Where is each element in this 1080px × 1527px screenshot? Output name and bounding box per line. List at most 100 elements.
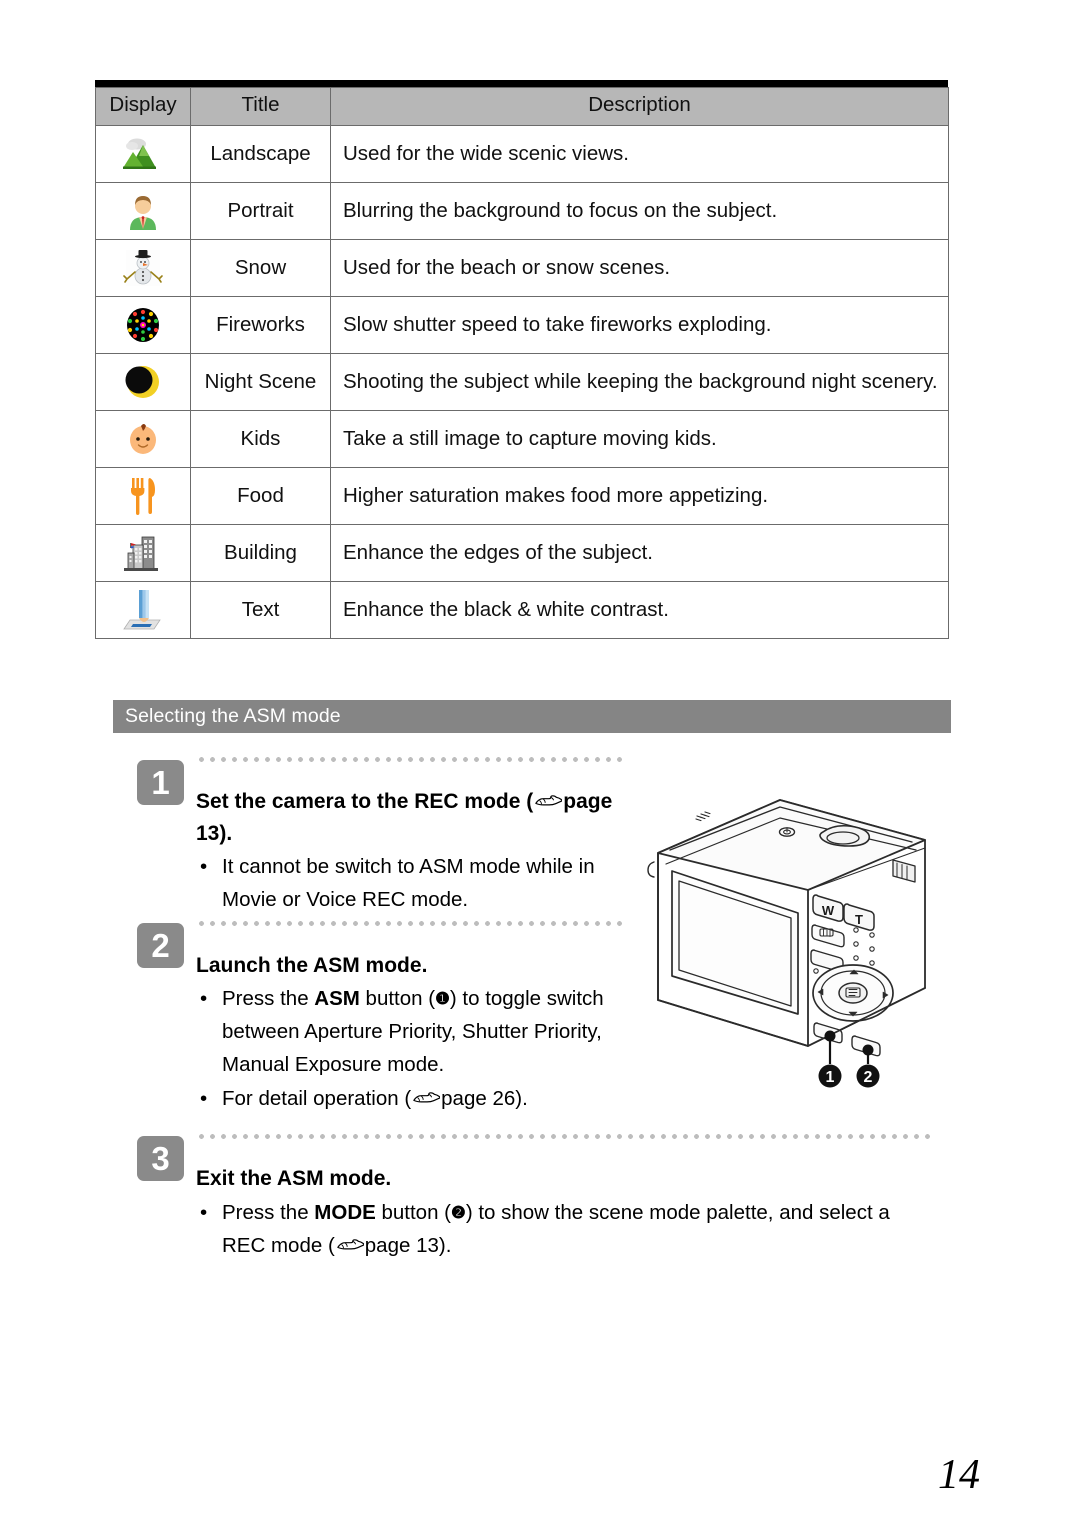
display-cell [95, 296, 191, 354]
description-cell: Enhance the edges of the subject. [330, 524, 949, 582]
camera-rear-illustration: W T 1 2 [640, 778, 970, 1098]
asm-button-label: ASM [314, 987, 360, 1010]
column-header-display: Display [95, 87, 191, 126]
step-2-title: Launch the ASM mode. [196, 954, 428, 977]
section-heading-bar: Selecting the ASM mode [113, 700, 951, 733]
snow-icon [120, 246, 166, 290]
callout-anchor-1 [824, 1030, 836, 1042]
step-1-dotted-separator [196, 757, 626, 762]
bullet-dot: • [200, 987, 208, 1010]
description-cell: Blurring the background to focus on the … [330, 182, 949, 240]
bullet-pre: Press the [222, 987, 315, 1010]
step-2-bullet-1-text: Press the ASM button (❶) to toggle switc… [222, 982, 666, 1082]
title-cell: Night Scene [190, 353, 331, 411]
display-cell [95, 125, 191, 183]
step-1-title-text: Set the camera to the REC mode ( [196, 790, 534, 813]
title-cell: Text [190, 581, 331, 639]
display-cell [95, 467, 191, 525]
pointing-hand-icon [534, 793, 563, 810]
table-row: Fireworks Slow shutter speed to take fir… [95, 296, 949, 354]
list-item: • It cannot be switch to ASM mode while … [196, 850, 646, 916]
table-row: Night Scene Shooting the subject while k… [95, 353, 949, 411]
list-item: • For detail operation ( page 26). [196, 1082, 666, 1115]
title-cell: Food [190, 467, 331, 525]
display-cell [95, 353, 191, 411]
table-row: Landscape Used for the wide scenic views… [95, 125, 949, 183]
bullet-pre: Press the [222, 1201, 315, 1224]
title-cell: Landscape [190, 125, 331, 183]
page-number: 14 [938, 1452, 980, 1498]
scene-mode-table-container: Display Title Description Landscape Used… [95, 80, 949, 639]
list-item: • Press the MODE button (❷) to show the … [196, 1196, 936, 1262]
title-cell: Portrait [190, 182, 331, 240]
step-1-badge: 1 [137, 760, 184, 805]
step-3-badge: 3 [137, 1136, 184, 1181]
kids-icon [120, 417, 166, 461]
description-cell: Enhance the black & white contrast. [330, 581, 949, 639]
scene-mode-table: Display Title Description Landscape Used… [95, 87, 949, 639]
display-cell [95, 410, 191, 468]
step-1-title: Set the camera to the REC mode (page 13)… [196, 786, 626, 850]
building-icon [120, 531, 166, 575]
step-2-bullet-2-text: For detail operation ( page 26). [222, 1082, 666, 1115]
step-3-bullet-1-text: Press the MODE button (❷) to show the sc… [222, 1196, 936, 1262]
title-cell: Kids [190, 410, 331, 468]
bullet-post: page 26). [441, 1086, 528, 1110]
step-1-bullet-1-text: It cannot be switch to ASM mode while in… [222, 855, 595, 912]
column-header-title: Title [190, 87, 331, 126]
table-row: Snow Used for the beach or snow scenes. [95, 239, 949, 297]
fireworks-icon [120, 303, 166, 347]
callout-anchor-2 [862, 1044, 874, 1056]
list-item: • Press the ASM button (❶) to toggle swi… [196, 982, 666, 1082]
table-row: Text Enhance the black & white contrast. [95, 581, 949, 639]
description-cell: Used for the wide scenic views. [330, 125, 949, 183]
mode-button-label: MODE [314, 1201, 376, 1224]
title-cell: Fireworks [190, 296, 331, 354]
bullet-mid: button ( [375, 1201, 452, 1224]
title-cell: Snow [190, 239, 331, 297]
callout-marker-1: ❶ [435, 990, 450, 1008]
zoom-wide-label: W [822, 903, 835, 918]
title-cell: Building [190, 524, 331, 582]
pointing-hand-icon [336, 1237, 364, 1254]
table-row: Portrait Blurring the background to focu… [95, 182, 949, 240]
display-cell [95, 524, 191, 582]
portrait-icon [120, 189, 166, 233]
bullet-pre: For detail operation ( [222, 1086, 412, 1110]
step-1-bullets: • It cannot be switch to ASM mode while … [196, 850, 646, 916]
section-heading-label: Selecting the ASM mode [125, 705, 341, 727]
landscape-icon [120, 132, 166, 176]
display-cell [95, 239, 191, 297]
description-cell: Higher saturation makes food more appeti… [330, 467, 949, 525]
camera-svg: W T 1 2 [647, 799, 926, 1088]
description-cell: Used for the beach or snow scenes. [330, 239, 949, 297]
bullet-post-2: page 13). [364, 1234, 452, 1258]
callout-marker-2: ❷ [451, 1204, 466, 1222]
column-header-description: Description [330, 87, 949, 126]
table-top-rule [95, 80, 948, 87]
step-3-dotted-separator [196, 1134, 931, 1139]
text-icon [120, 588, 166, 632]
bullet-dot: • [200, 855, 208, 878]
description-cell: Shooting the subject while keeping the b… [330, 353, 949, 411]
callout-1-number: 1 [826, 1069, 835, 1086]
table-row: Building Enhance the edges of the subjec… [95, 524, 949, 582]
step-2-dotted-separator [196, 921, 626, 926]
step-3-bullets: • Press the MODE button (❷) to show the … [196, 1196, 936, 1262]
table-header-row: Display Title Description [95, 87, 949, 126]
display-cell [95, 581, 191, 639]
bullet-dot: • [200, 1201, 208, 1224]
description-cell: Slow shutter speed to take fireworks exp… [330, 296, 949, 354]
bullet-dot: • [200, 1086, 208, 1110]
table-row: Kids Take a still image to capture movin… [95, 410, 949, 468]
step-2-badge: 2 [137, 923, 184, 968]
step-2-bullets: • Press the ASM button (❶) to toggle swi… [196, 982, 666, 1115]
table-row: Food Higher saturation makes food more a… [95, 467, 949, 525]
callout-2-number: 2 [864, 1069, 873, 1086]
zoom-tele-label: T [855, 912, 863, 927]
bullet-mid: button ( [359, 987, 436, 1010]
night-scene-icon [120, 360, 166, 404]
step-3-title: Exit the ASM mode. [196, 1167, 392, 1190]
food-icon [120, 474, 166, 518]
display-cell [95, 182, 191, 240]
